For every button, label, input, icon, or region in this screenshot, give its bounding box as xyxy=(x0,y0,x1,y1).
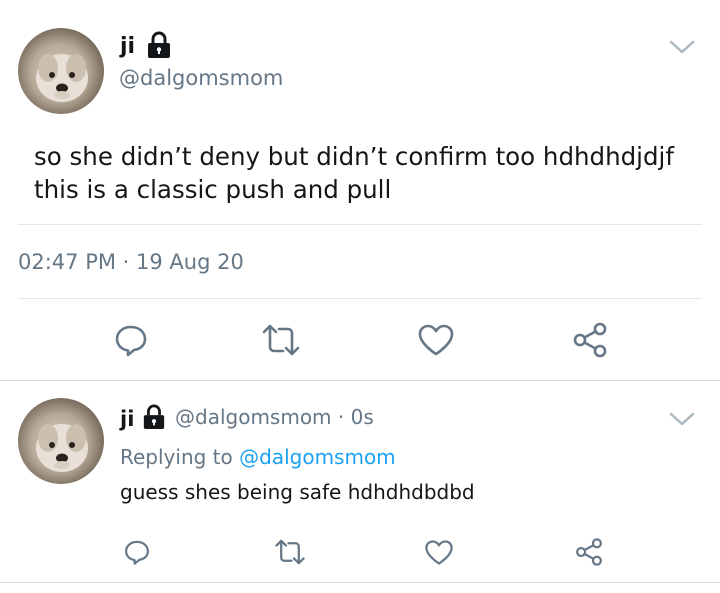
main-tweet: ji @dalgomsmom so she didn’t deny but di… xyxy=(0,0,720,380)
lock-icon xyxy=(142,404,166,434)
replying-prefix: Replying to xyxy=(120,445,233,469)
like-button[interactable] xyxy=(422,536,456,568)
lock-icon xyxy=(146,31,172,63)
relative-time[interactable]: 0s xyxy=(351,405,374,429)
timestamp[interactable]: 02:47 PM · 19 Aug 20 xyxy=(18,252,244,273)
retweet-icon xyxy=(275,539,305,565)
reply-handle-line: @dalgomsmom · 0s xyxy=(175,407,374,427)
mention-link[interactable]: @dalgomsmom xyxy=(239,445,396,469)
tweet-text-line: this is a classic push and pull xyxy=(34,175,392,204)
divider xyxy=(18,298,702,299)
divider xyxy=(0,582,720,583)
share-button[interactable] xyxy=(572,536,606,568)
handle[interactable]: @dalgomsmom xyxy=(175,405,332,429)
reply-icon xyxy=(125,540,149,565)
tweet-text-line: so she didn’t deny but didn’t confirm to… xyxy=(34,142,674,171)
share-icon xyxy=(576,538,602,566)
avatar[interactable] xyxy=(18,28,104,114)
chevron-down-icon[interactable] xyxy=(668,410,696,428)
divider xyxy=(0,380,720,381)
reply-button[interactable] xyxy=(120,536,154,568)
heart-icon xyxy=(418,324,454,356)
share-icon xyxy=(573,322,607,358)
time-separator: · xyxy=(337,405,345,429)
retweet-icon xyxy=(262,324,300,356)
handle[interactable]: @dalgomsmom xyxy=(119,68,283,89)
display-name[interactable]: ji xyxy=(120,36,135,58)
divider xyxy=(18,224,702,225)
avatar[interactable] xyxy=(18,398,104,484)
dog-avatar-image xyxy=(36,424,88,472)
like-button[interactable] xyxy=(414,320,458,360)
heart-icon xyxy=(425,539,453,565)
tweet-text: guess shes being safe hdhdhdbdbd xyxy=(120,480,475,504)
dog-avatar-image xyxy=(36,54,88,102)
chevron-down-icon[interactable] xyxy=(668,38,696,56)
share-button[interactable] xyxy=(568,320,612,360)
replying-to: Replying to @dalgomsmom xyxy=(120,447,396,467)
retweet-button[interactable] xyxy=(256,320,306,360)
reply-icon xyxy=(115,325,147,357)
tweet-text: so she didn’t deny but didn’t confirm to… xyxy=(34,140,694,206)
retweet-button[interactable] xyxy=(270,536,310,568)
reply-button[interactable] xyxy=(110,320,152,360)
display-name[interactable]: ji xyxy=(120,409,134,430)
